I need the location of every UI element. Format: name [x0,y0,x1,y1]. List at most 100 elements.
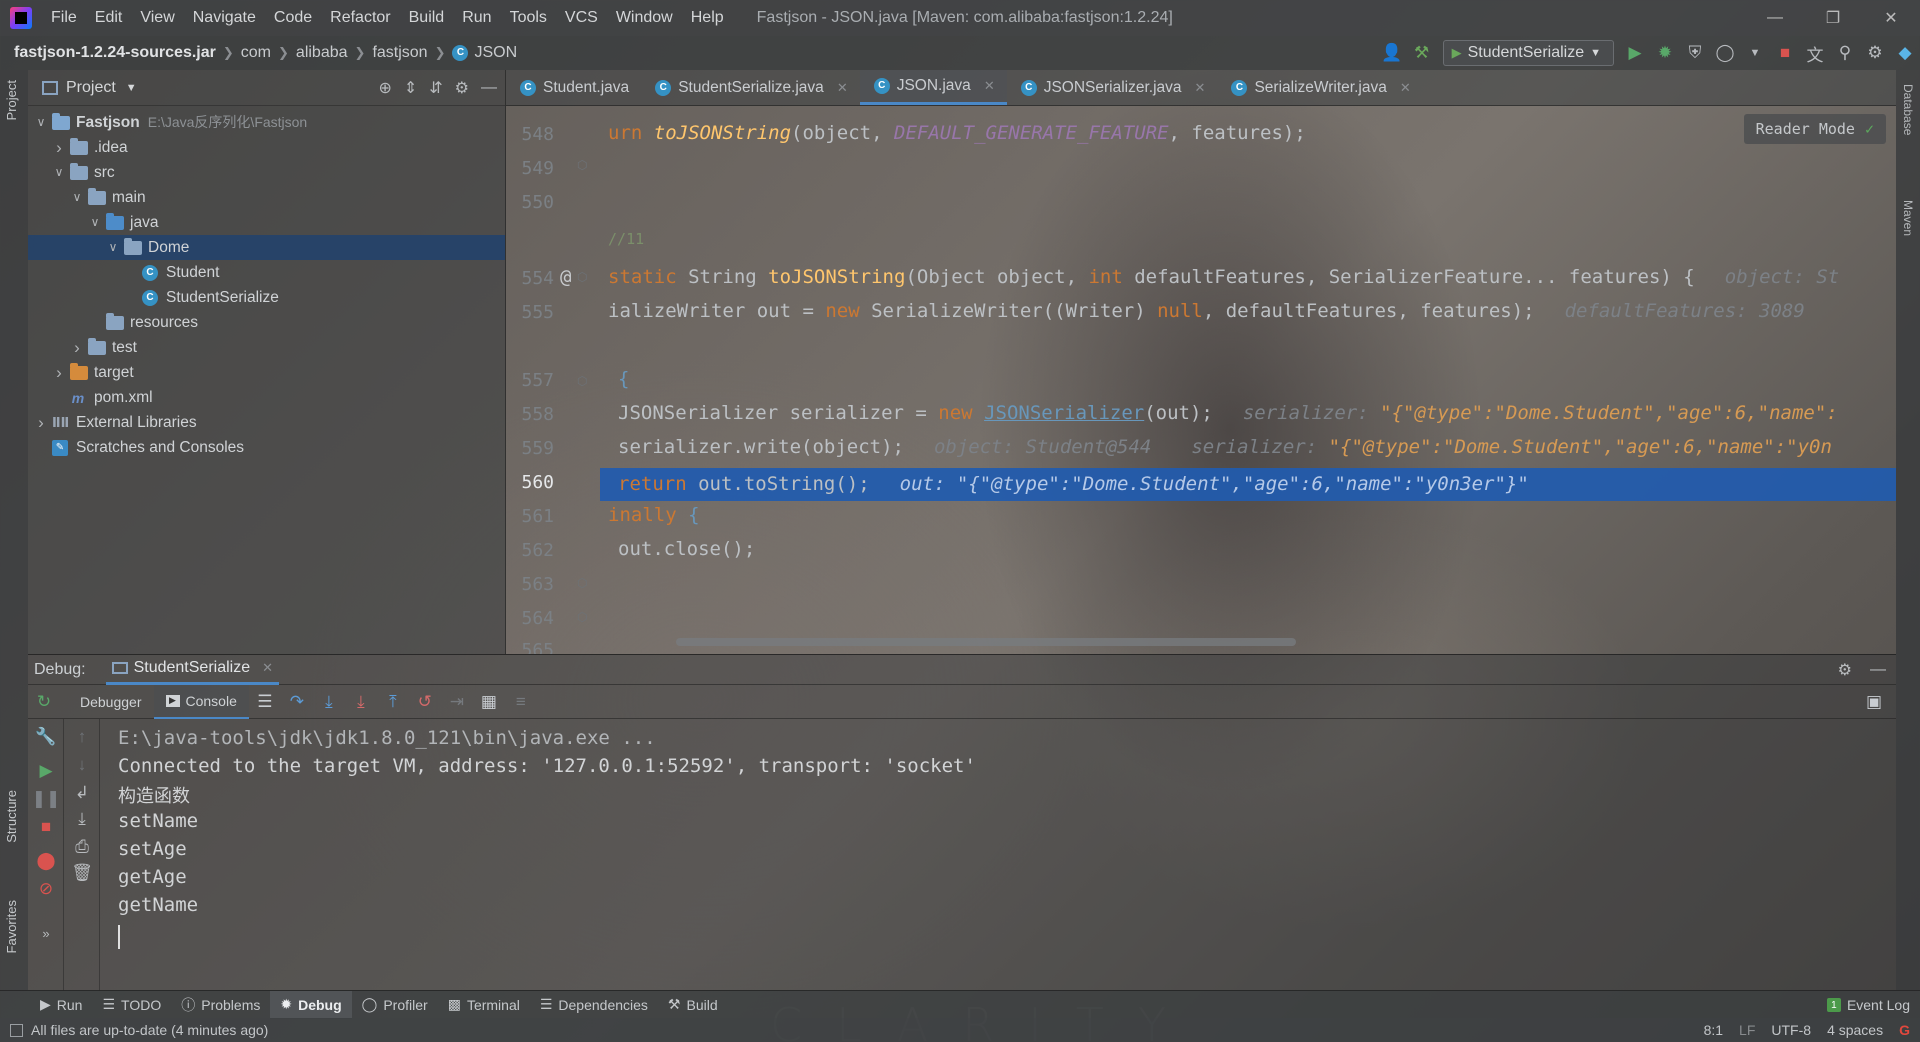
tab-studentserialize-java[interactable]: C StudentSerialize.java ✕ [641,70,860,105]
tab-debugger[interactable]: Debugger [68,685,154,719]
settings-gear-icon[interactable]: ⚙ [1860,36,1890,70]
close-tab-icon[interactable]: ✕ [837,80,848,96]
soft-wrap-icon[interactable]: ↲ [70,781,94,805]
close-tab-icon[interactable]: ✕ [1400,80,1411,96]
toolwindow-dependencies[interactable]: ☰ Dependencies [530,991,658,1019]
menu-refactor[interactable]: Refactor [321,0,399,36]
more-icon[interactable]: » [34,921,58,945]
plugin-icon[interactable]: ◆ [1890,36,1920,70]
toolwindow-problems[interactable]: ⓘ Problems [171,991,270,1019]
rerun-icon[interactable]: ↻ [28,685,60,719]
chevron-down-icon[interactable]: ∨ [70,185,84,210]
breadcrumb-fastjson[interactable]: fastjson [372,44,427,62]
toolwindow-build[interactable]: ⚒ Build [658,991,728,1019]
event-log-button[interactable]: 1 Event Log [1826,991,1910,1019]
more-run-chevron-icon[interactable]: ▼ [1740,36,1770,70]
horizontal-scrollbar[interactable] [676,638,1296,646]
up-arrow-icon[interactable]: ↑ [70,725,94,749]
panel-settings-gear-icon[interactable]: ⚙ [455,78,469,98]
menu-help[interactable]: Help [682,0,733,36]
menu-run[interactable]: Run [453,0,500,36]
file-encoding[interactable]: UTF-8 [1771,1022,1811,1038]
print-icon[interactable]: ⎙ [70,835,94,859]
build-hammer-icon[interactable]: ⚒ [1407,36,1437,70]
tree-item-java[interactable]: ∨ java [28,210,505,235]
caret-position[interactable]: 8:1 [1704,1022,1723,1038]
tree-item-target[interactable]: › target [28,360,505,385]
minimize-icon[interactable]: — [1746,0,1804,36]
resume-icon[interactable]: ▶ [34,759,58,783]
tab-jsonserializer-java[interactable]: C JSONSerializer.java ✕ [1007,70,1218,105]
toolwindow-run[interactable]: ▶ Run [30,991,92,1019]
tab-serializewriter-java[interactable]: C SerializeWriter.java ✕ [1217,70,1422,105]
chevron-down-icon[interactable]: ∨ [34,110,48,135]
close-icon[interactable]: ✕ [1862,0,1920,36]
chevron-right-icon[interactable]: › [34,410,48,435]
stripe-maven[interactable]: Maven [1901,200,1915,236]
reader-mode-button[interactable]: Reader Mode ✓ [1743,114,1886,144]
expand-all-icon[interactable]: ⇕ [404,78,417,98]
menu-tools[interactable]: Tools [501,0,556,36]
tree-item-pom-xml[interactable]: m pom.xml [28,385,505,410]
step-over-icon[interactable]: ↷ [281,685,313,719]
menu-code[interactable]: Code [265,0,321,36]
mute-breakpoints-icon[interactable]: ⊘ [34,877,58,901]
chevron-right-icon[interactable]: › [52,360,66,385]
stripe-database[interactable]: Database [1901,84,1915,135]
chevron-down-icon[interactable]: ∨ [106,235,120,260]
user-icon[interactable]: 👤 [1377,36,1407,70]
breadcrumb-jar[interactable]: fastjson-1.2.24-sources.jar [14,44,216,62]
code-link-jsonserializer[interactable]: JSONSerializer [984,402,1144,424]
menu-vcs[interactable]: VCS [556,0,607,36]
indent-setting[interactable]: 4 spaces [1827,1022,1883,1038]
menu-lines-icon[interactable]: ☰ [249,685,281,719]
debug-session-tab[interactable]: StudentSerialize ✕ [105,655,280,685]
coverage-icon[interactable]: ⛨ [1680,36,1710,70]
toolwindow-terminal[interactable]: ▩ Terminal [438,991,530,1019]
search-icon[interactable]: ⚲ [1830,36,1860,70]
menu-edit[interactable]: Edit [86,0,132,36]
run-to-cursor-icon[interactable]: ⇥ [441,685,473,719]
fold-marker-icon[interactable]: ⬡ [577,610,587,624]
pause-icon[interactable]: ❚❚ [32,787,61,811]
tree-item-fastjson[interactable]: ∨ Fastjson E:\Java反序列化\Fastjson [28,110,505,135]
hide-panel-icon[interactable]: — [1870,661,1886,679]
layout-icon[interactable]: ▣ [1858,685,1890,719]
toolwindow-todo[interactable]: ☰ TODO [92,991,171,1019]
tree-item-studentserialize[interactable]: C StudentSerialize [28,285,505,310]
chevron-right-icon[interactable]: › [70,335,84,360]
chevron-right-icon[interactable]: › [52,135,66,160]
run-icon[interactable]: ▶ [1620,36,1650,70]
console-output[interactable]: E:\java-tools\jdk\jdk1.8.0_121\bin\java.… [118,719,1862,991]
tree-item-src[interactable]: ∨ src [28,160,505,185]
menu-window[interactable]: Window [607,0,682,36]
clear-trash-icon[interactable]: 🗑 [70,861,94,885]
breadcrumb-com[interactable]: com [241,44,271,62]
tree-item-resources[interactable]: resources [28,310,505,335]
breadcrumb-alibaba[interactable]: alibaba [296,44,348,62]
trace-icon[interactable]: ≡ [505,685,537,719]
toolwindow-debug[interactable]: ✹ Debug [270,990,352,1019]
line-separator[interactable]: LF [1739,1022,1755,1038]
chevron-down-icon[interactable]: ∨ [52,160,66,185]
stop-icon[interactable]: ■ [34,815,58,839]
chevron-down-icon[interactable]: ∨ [88,210,102,235]
tree-item--idea[interactable]: › .idea [28,135,505,160]
menu-navigate[interactable]: Navigate [184,0,265,36]
tab-console[interactable]: ▶ Console [153,684,249,719]
tab-student-java[interactable]: C Student.java [506,70,641,105]
debug-settings-gear-icon[interactable]: ⚙ [1838,660,1852,680]
debug-bug-icon[interactable]: ✹ [1650,36,1680,70]
tree-item-student[interactable]: C Student [28,260,505,285]
stripe-project[interactable]: Project [4,80,19,120]
toolwindow-profiler[interactable]: ◯ Profiler [352,991,438,1019]
close-tab-icon[interactable]: ✕ [262,660,273,676]
run-configuration-select[interactable]: ▶ StudentSerialize ▼ [1442,40,1614,66]
close-tab-icon[interactable]: ✕ [1195,80,1206,96]
menu-build[interactable]: Build [400,0,454,36]
step-into-icon[interactable]: ⤓ [313,685,345,719]
view-breakpoints-icon[interactable]: ⬤ [34,849,58,873]
menu-file[interactable]: File [42,0,86,36]
profiler-icon[interactable]: ◯ [1710,36,1740,70]
override-at-icon[interactable]: @ [560,266,571,288]
